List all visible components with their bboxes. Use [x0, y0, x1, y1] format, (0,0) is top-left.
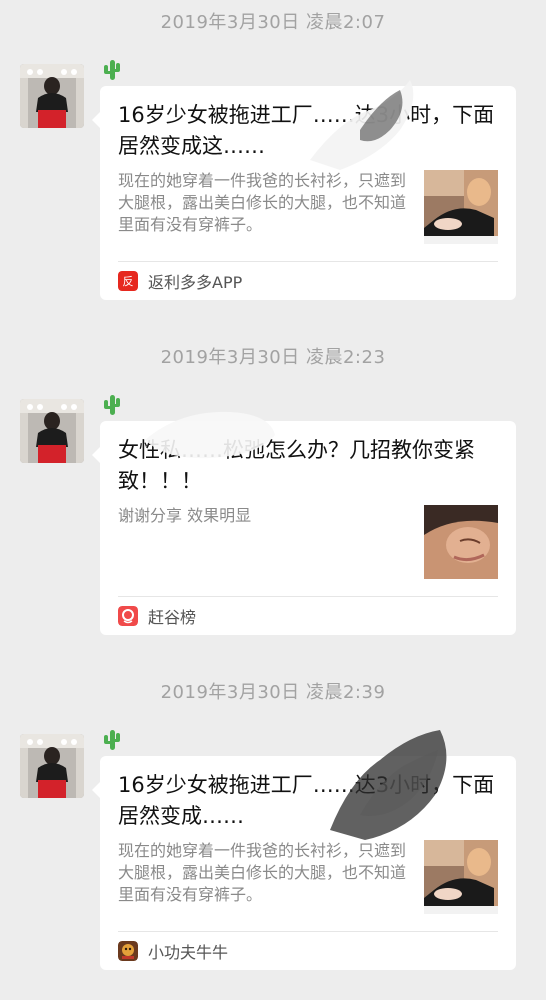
message-timestamp: 2019年3月30日 凌晨2:07 — [160, 12, 386, 33]
message-timestamp: 2019年3月30日 凌晨2:23 — [160, 347, 386, 368]
source-name: 赶谷榜 — [148, 608, 197, 627]
svg-text:反: 反 — [123, 275, 134, 288]
gangu-app-icon — [118, 606, 138, 626]
card-divider — [118, 596, 498, 597]
source-name: 小功夫牛牛 — [148, 943, 229, 962]
cactus-icon — [102, 393, 122, 417]
shared-link-card[interactable]: 16岁少女被拖进工厂……达3小时，下面居然变成…… 现在的她穿着一件我爸的长衬衫… — [92, 756, 516, 970]
card-title: 16岁少女被拖进工厂……达3小时，下面居然变成…… — [118, 773, 495, 828]
card-source: 小功夫牛牛 — [118, 940, 228, 962]
card-title: 女性私……松弛怎么办？几招教你变紧致！！！ — [118, 438, 475, 493]
kungfu-game-icon — [118, 941, 138, 961]
card-thumbnail — [424, 840, 498, 914]
card-title: 16岁少女被拖进工厂……达3小时，下面居然变成这…… — [118, 103, 495, 158]
shared-link-card[interactable]: 女性私……松弛怎么办？几招教你变紧致！！！ 谢谢分享 效果明显 赶谷榜 — [92, 421, 516, 635]
card-description: 谢谢分享 效果明显 — [118, 506, 252, 525]
card-divider — [118, 261, 498, 262]
card-source: 反 返利多多APP — [118, 270, 242, 292]
card-thumbnail — [424, 505, 498, 579]
cactus-icon — [102, 728, 122, 752]
card-description: 现在的她穿着一件我爸的长衬衫，只遮到大腿根，露出美白修长的大腿，也不知道里面有没… — [118, 841, 407, 904]
chat-history: 2019年3月30日 凌晨2:07 16岁少女被拖进工厂……达3小时，下面居然变… — [0, 0, 546, 1000]
source-name: 返利多多APP — [148, 273, 243, 292]
card-description: 现在的她穿着一件我爸的长衬衫，只遮到大腿根，露出美白修长的大腿，也不知道里面有没… — [118, 171, 407, 234]
sender-avatar[interactable] — [20, 399, 84, 463]
sender-avatar[interactable] — [20, 64, 84, 128]
fanli-app-icon: 反 — [118, 271, 138, 291]
card-thumbnail — [424, 170, 498, 244]
card-source: 赶谷榜 — [118, 605, 196, 627]
card-divider — [118, 931, 498, 932]
sender-avatar[interactable] — [20, 734, 84, 798]
shared-link-card[interactable]: 16岁少女被拖进工厂……达3小时，下面居然变成这…… 现在的她穿着一件我爸的长衬… — [92, 86, 516, 300]
message-timestamp: 2019年3月30日 凌晨2:39 — [160, 682, 386, 703]
cactus-icon — [102, 58, 122, 82]
